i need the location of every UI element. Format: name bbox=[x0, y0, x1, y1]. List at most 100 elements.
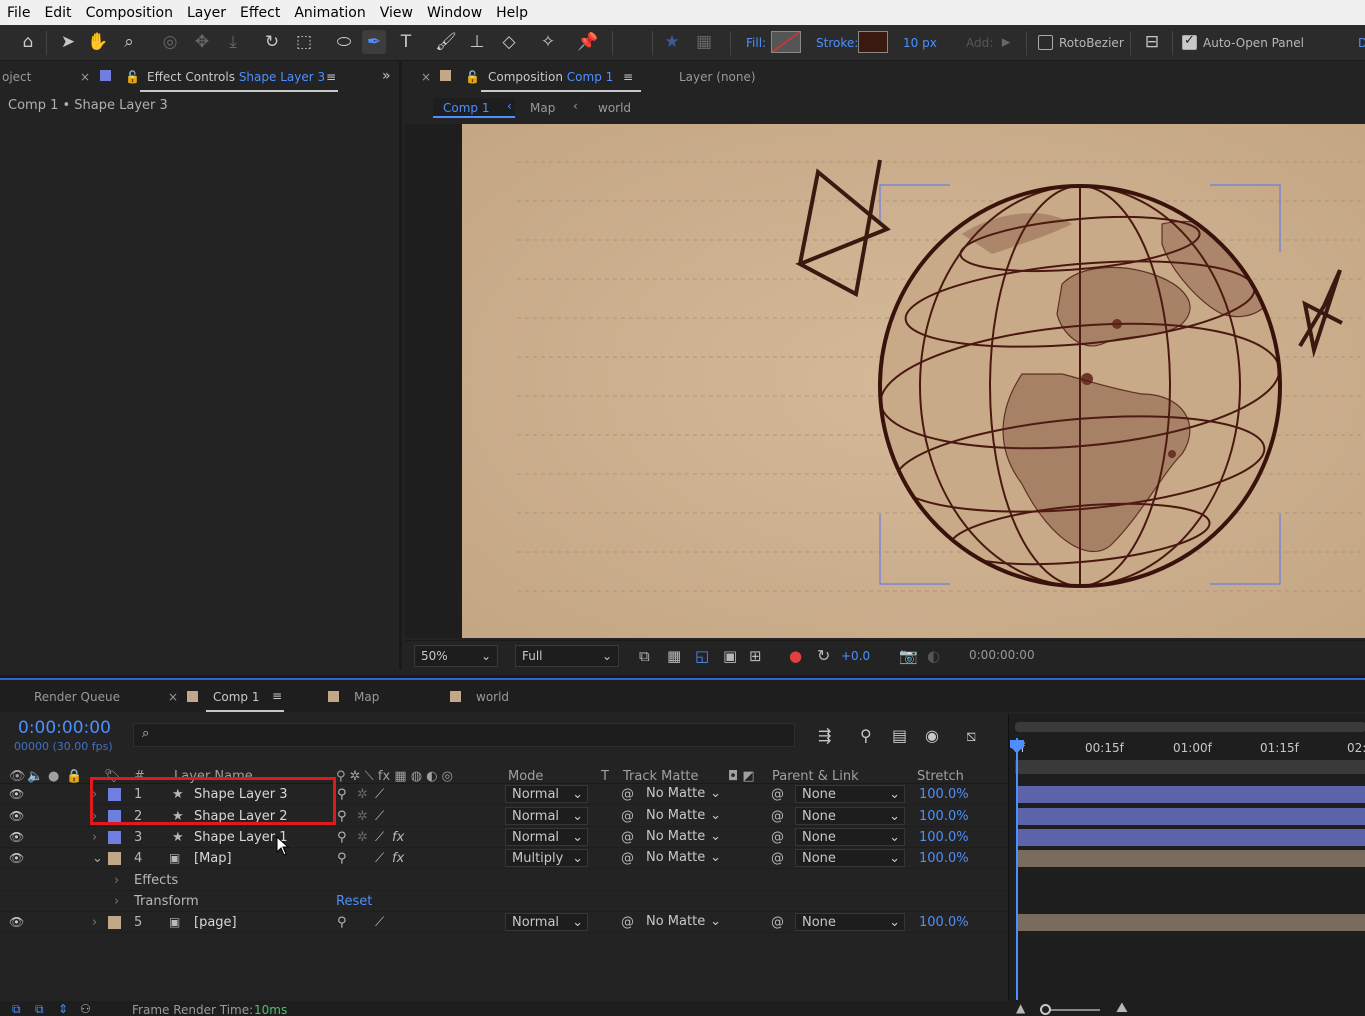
reset-link[interactable]: Reset bbox=[336, 894, 372, 909]
collapse-switch-icon[interactable]: ✲ bbox=[357, 809, 368, 824]
frame-blending-icon[interactable]: ▤ bbox=[892, 726, 907, 745]
track-matte-dropdown[interactable]: No Matte ⌄ bbox=[640, 849, 723, 867]
collapse-switch-icon[interactable]: ✲ bbox=[357, 830, 368, 845]
guides-icon[interactable]: ⊞ bbox=[749, 647, 762, 665]
expand-panels-icon[interactable]: » bbox=[382, 68, 391, 84]
parent-dropdown[interactable]: None ⌄ bbox=[795, 785, 905, 803]
layer-duration-bar[interactable] bbox=[1018, 786, 1365, 803]
property-group-row[interactable]: › Transform Reset bbox=[0, 891, 1008, 912]
stretch-value[interactable]: 100.0% bbox=[919, 851, 969, 866]
transfer-controls-icon[interactable]: ⧉ bbox=[35, 1002, 44, 1016]
lock-icon[interactable]: 🔓 bbox=[465, 70, 480, 84]
layer-tab[interactable]: Layer (none) bbox=[679, 70, 756, 84]
close-icon[interactable]: × bbox=[168, 690, 178, 704]
zoom-tool-icon[interactable]: ⌕ bbox=[117, 30, 141, 54]
zoom-out-icon[interactable]: ▲ bbox=[1016, 1001, 1025, 1015]
layer-duration-bar[interactable] bbox=[1018, 829, 1365, 846]
shy-switch-icon[interactable]: ⚲ bbox=[337, 830, 347, 845]
mode-dropdown[interactable]: Normal ⌄ bbox=[505, 913, 588, 931]
quality-switch-icon[interactable]: ⟋ bbox=[375, 915, 384, 930]
property-group-row[interactable]: › Effects bbox=[0, 870, 1008, 891]
render-queue-tab[interactable]: Render Queue bbox=[34, 690, 120, 704]
map-timeline-tab[interactable]: Map bbox=[354, 690, 379, 704]
pan-behind-tool-icon[interactable]: ⬚ bbox=[292, 30, 316, 54]
zoom-in-icon[interactable]: ⛰ bbox=[1116, 1000, 1128, 1016]
layer-duration-bar[interactable] bbox=[1018, 808, 1365, 825]
shy-switch-icon[interactable]: ⚲ bbox=[337, 851, 347, 866]
lock-header-icon[interactable]: 🔒 bbox=[66, 769, 82, 784]
ellipse-tool-icon[interactable]: ⬭ bbox=[332, 30, 356, 54]
mode-dropdown[interactable]: Normal ⌄ bbox=[505, 807, 588, 825]
timecode-display[interactable]: 0:00:00:00 bbox=[963, 645, 1055, 667]
chevron-down-icon[interactable]: ⌄ bbox=[92, 851, 103, 866]
layer-row[interactable]: 👁 › 3 ★ Shape Layer 1 ⚲ ✲ ⟋ fx Normal ⌄ @… bbox=[0, 827, 1008, 848]
collapse-switch-icon[interactable]: ✲ bbox=[357, 787, 368, 802]
auto-open-checkbox[interactable] bbox=[1182, 33, 1197, 50]
parent-dropdown[interactable]: None ⌄ bbox=[795, 807, 905, 825]
chevron-right-icon[interactable]: › bbox=[114, 873, 119, 888]
menu-animation[interactable]: Animation bbox=[287, 5, 372, 21]
composition-viewer[interactable] bbox=[462, 124, 1365, 638]
layer-name[interactable]: Shape Layer 1 bbox=[194, 830, 288, 845]
pickwhip-icon[interactable]: @ bbox=[771, 787, 784, 802]
menu-help[interactable]: Help bbox=[489, 5, 535, 21]
panel-menu-icon[interactable]: ≡ bbox=[623, 70, 633, 84]
menu-effect[interactable]: Effect bbox=[233, 5, 287, 21]
close-icon[interactable]: × bbox=[421, 70, 431, 84]
pickwhip-icon[interactable]: @ bbox=[771, 809, 784, 824]
channels-icon[interactable]: ● bbox=[789, 647, 802, 665]
stroke-swatch[interactable] bbox=[858, 31, 888, 53]
playhead[interactable] bbox=[1016, 738, 1018, 1000]
roto-brush-icon[interactable]: ✧ bbox=[536, 30, 560, 54]
layer-row[interactable]: 👁 ⌄ 4 ▣ [Map] ⚲ ⟋ fx Multiply ⌄ @ No Matt… bbox=[0, 848, 1008, 869]
parent-dropdown[interactable]: None ⌄ bbox=[795, 828, 905, 846]
flow-world[interactable]: world bbox=[598, 101, 631, 115]
type-tool-icon[interactable]: T bbox=[394, 30, 418, 54]
label-color[interactable] bbox=[108, 916, 121, 929]
toggle-panel-icon[interactable]: ⊟ bbox=[1140, 30, 1164, 54]
menu-window[interactable]: Window bbox=[420, 5, 489, 21]
parent-dropdown[interactable]: None ⌄ bbox=[795, 913, 905, 931]
comp1-timeline-tab[interactable]: Comp 1 bbox=[213, 690, 259, 704]
stretch-value[interactable]: 100.0% bbox=[919, 830, 969, 845]
layer-name[interactable]: [Map] bbox=[194, 851, 232, 866]
shy-switch-icon[interactable]: ⚲ bbox=[337, 809, 347, 824]
pickwhip-icon[interactable]: @ bbox=[771, 830, 784, 845]
region-of-interest-icon[interactable]: ▣ bbox=[723, 647, 737, 665]
flow-comp1[interactable]: Comp 1 bbox=[443, 101, 489, 115]
pan-camera-icon[interactable]: ✥ bbox=[190, 30, 214, 54]
zoom-dropdown[interactable]: 50% ⌄ bbox=[414, 645, 498, 667]
visibility-header-icon[interactable]: 👁 bbox=[9, 769, 26, 784]
menu-file[interactable]: File bbox=[0, 5, 37, 21]
layer-name[interactable]: [page] bbox=[194, 915, 237, 930]
menu-composition[interactable]: Composition bbox=[79, 5, 180, 21]
star-snap-icon[interactable]: ★ bbox=[660, 30, 684, 54]
snapshot-icon[interactable]: 📷 bbox=[899, 647, 918, 665]
zoom-slider-thumb[interactable] bbox=[1040, 1004, 1051, 1015]
track-matte-dropdown[interactable]: No Matte ⌄ bbox=[640, 828, 723, 846]
shy-switch-icon[interactable]: ⚲ bbox=[337, 787, 347, 802]
menu-layer[interactable]: Layer bbox=[180, 5, 233, 21]
track-matte-dropdown[interactable]: No Matte ⌄ bbox=[640, 807, 723, 825]
close-icon[interactable]: × bbox=[80, 70, 90, 84]
effect-controls-tab[interactable]: Effect Controls Shape Layer 3 bbox=[147, 70, 325, 84]
orbit-camera-icon[interactable]: ◎ bbox=[158, 30, 182, 54]
flow-map[interactable]: Map bbox=[530, 101, 555, 115]
fill-swatch[interactable] bbox=[771, 31, 801, 53]
puppet-pin-icon[interactable]: 📌 bbox=[576, 30, 600, 54]
quality-switch-icon[interactable]: ⟋ bbox=[375, 809, 384, 824]
mode-dropdown[interactable]: Normal ⌄ bbox=[505, 785, 588, 803]
track-matte-dropdown[interactable]: No Matte ⌄ bbox=[640, 913, 723, 931]
mask-path-icon[interactable]: ◱ bbox=[695, 647, 709, 665]
eye-icon[interactable]: 👁 bbox=[9, 830, 24, 844]
resolution-dropdown[interactable]: Full ⌄ bbox=[515, 645, 619, 667]
fast-previews-icon[interactable]: ⧉ bbox=[639, 647, 650, 665]
quality-switch-icon[interactable]: ⟋ bbox=[375, 787, 384, 802]
pen-tool-icon[interactable]: ✒ bbox=[362, 30, 386, 54]
track-matte-dropdown[interactable]: No Matte ⌄ bbox=[640, 785, 723, 803]
reset-exposure-icon[interactable]: ↻ bbox=[817, 646, 830, 665]
hand-tool-icon[interactable]: ✋ bbox=[86, 30, 110, 54]
stretch-value[interactable]: 100.0% bbox=[919, 809, 969, 824]
chevron-right-icon[interactable]: › bbox=[92, 915, 97, 930]
eye-icon[interactable]: 👁 bbox=[9, 809, 24, 823]
